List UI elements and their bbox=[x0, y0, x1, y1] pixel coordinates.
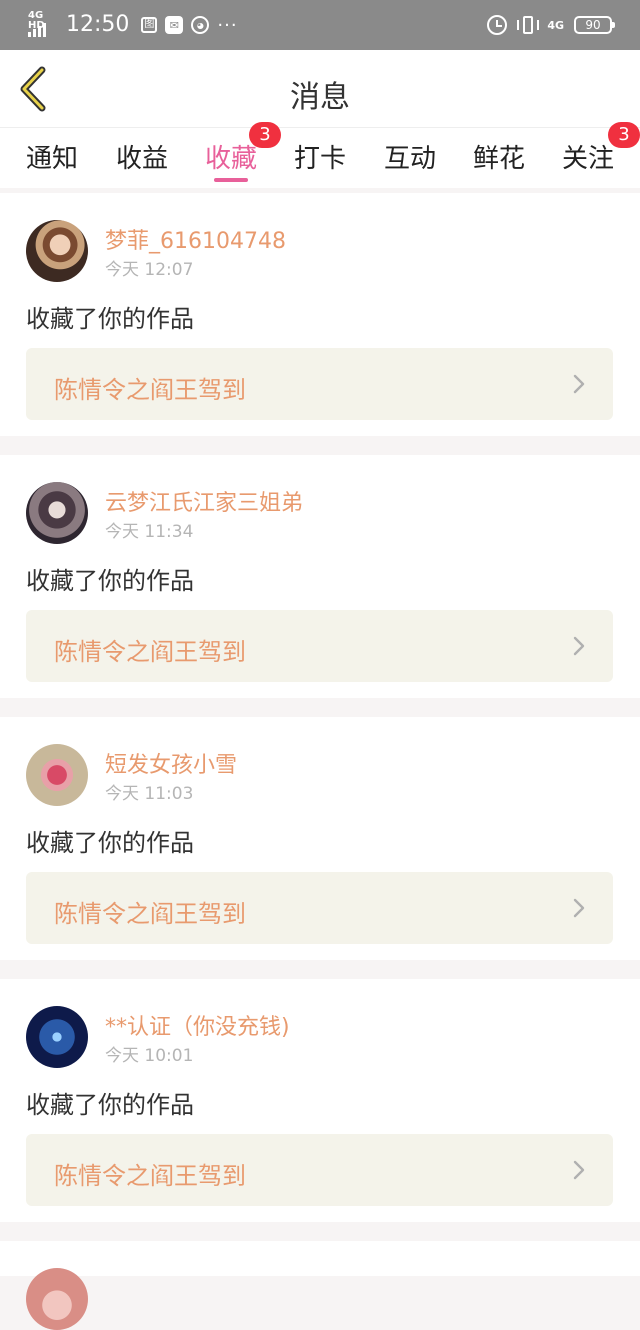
tab-flowers[interactable]: 鲜花 bbox=[473, 138, 525, 186]
chevron-right-icon bbox=[573, 636, 585, 656]
user-name[interactable]: 云梦江氏江家三姐弟 bbox=[105, 485, 303, 517]
tab-label: 通知 bbox=[26, 144, 79, 174]
user-name[interactable]: **认证（你没充钱) bbox=[105, 1009, 290, 1041]
image-icon: 图 bbox=[141, 17, 158, 33]
work-title: 陈情令之阎王驾到 bbox=[54, 376, 246, 404]
tab-notifications[interactable]: 通知 bbox=[26, 138, 78, 186]
unread-badge: 3 bbox=[249, 122, 281, 148]
vibrate-icon bbox=[517, 15, 540, 35]
unread-badge: 3 bbox=[608, 122, 640, 148]
work-link[interactable]: 陈情令之阎王驾到 bbox=[26, 872, 613, 944]
work-title: 陈情令之阎王驾到 bbox=[54, 1162, 246, 1190]
tab-label: 打卡 bbox=[294, 144, 347, 174]
timestamp: 今天 12:07 bbox=[105, 260, 194, 280]
list-item bbox=[0, 1241, 640, 1330]
page-title: 消息 bbox=[290, 80, 350, 115]
work-link[interactable]: 陈情令之阎王驾到 bbox=[26, 1134, 613, 1206]
list-item: 短发女孩小雪 今天 11:03 收藏了你的作品 陈情令之阎王驾到 bbox=[0, 717, 640, 960]
list-item: **认证（你没充钱) 今天 10:01 收藏了你的作品 陈情令之阎王驾到 bbox=[0, 979, 640, 1222]
tab-label: 关注 bbox=[562, 144, 615, 174]
avatar[interactable] bbox=[26, 1006, 88, 1068]
chevron-right-icon bbox=[573, 374, 585, 394]
tab-label: 收藏 bbox=[205, 144, 258, 174]
chevron-right-icon bbox=[573, 898, 585, 918]
avatar[interactable] bbox=[26, 1268, 88, 1330]
avatar[interactable] bbox=[26, 744, 88, 806]
list-item: 梦菲_616104748 今天 12:07 收藏了你的作品 陈情令之阎王驾到 bbox=[0, 193, 640, 436]
signal-icon: 4G HD bbox=[28, 11, 58, 39]
timestamp: 今天 11:34 bbox=[105, 522, 194, 542]
work-link[interactable]: 陈情令之阎王驾到 bbox=[26, 348, 613, 420]
activity-text: 收藏了你的作品 bbox=[26, 829, 194, 857]
chevron-right-icon bbox=[573, 1160, 585, 1180]
tab-checkin[interactable]: 打卡 bbox=[294, 138, 346, 186]
tab-interactions[interactable]: 互动 bbox=[384, 138, 436, 186]
alarm-icon bbox=[487, 15, 508, 35]
battery-level: 90 bbox=[585, 18, 601, 32]
tab-label: 收益 bbox=[116, 144, 169, 174]
timestamp: 今天 11:03 bbox=[105, 784, 194, 804]
tab-bar: 通知 收益 收藏 3 打卡 互动 鲜花 关注 3 bbox=[0, 122, 640, 188]
tab-earnings[interactable]: 收益 bbox=[116, 138, 168, 186]
face-icon: ◕ bbox=[191, 16, 210, 34]
user-name[interactable]: 短发女孩小雪 bbox=[105, 747, 237, 779]
avatar[interactable] bbox=[26, 482, 88, 544]
list-item: 云梦江氏江家三姐弟 今天 11:34 收藏了你的作品 陈情令之阎王驾到 bbox=[0, 455, 640, 698]
timestamp: 今天 10:01 bbox=[105, 1046, 194, 1066]
tab-favorites[interactable]: 收藏 3 bbox=[205, 122, 281, 186]
tab-label: 鲜花 bbox=[473, 144, 526, 174]
work-title: 陈情令之阎王驾到 bbox=[54, 900, 246, 928]
work-link[interactable]: 陈情令之阎王驾到 bbox=[26, 610, 613, 682]
tab-label: 互动 bbox=[384, 144, 437, 174]
mail-icon: ✉ bbox=[165, 16, 184, 34]
app-header: 消息 bbox=[0, 50, 640, 128]
clock: 12:50 bbox=[66, 12, 130, 37]
status-bar: 4G HD 12:50 图 ✉ ◕ ··· 4G 90 bbox=[0, 0, 640, 50]
activity-text: 收藏了你的作品 bbox=[26, 1091, 194, 1119]
activity-text: 收藏了你的作品 bbox=[26, 305, 194, 333]
work-title: 陈情令之阎王驾到 bbox=[54, 638, 246, 666]
avatar[interactable] bbox=[26, 220, 88, 282]
network-type: 4G bbox=[547, 18, 564, 32]
activity-text: 收藏了你的作品 bbox=[26, 567, 194, 595]
user-name[interactable]: 梦菲_616104748 bbox=[105, 223, 286, 255]
tab-follows[interactable]: 关注 3 bbox=[562, 122, 640, 186]
more-notifications-icon: ··· bbox=[217, 14, 238, 36]
battery-icon: 90 bbox=[574, 16, 615, 34]
active-tab-indicator bbox=[214, 178, 248, 182]
